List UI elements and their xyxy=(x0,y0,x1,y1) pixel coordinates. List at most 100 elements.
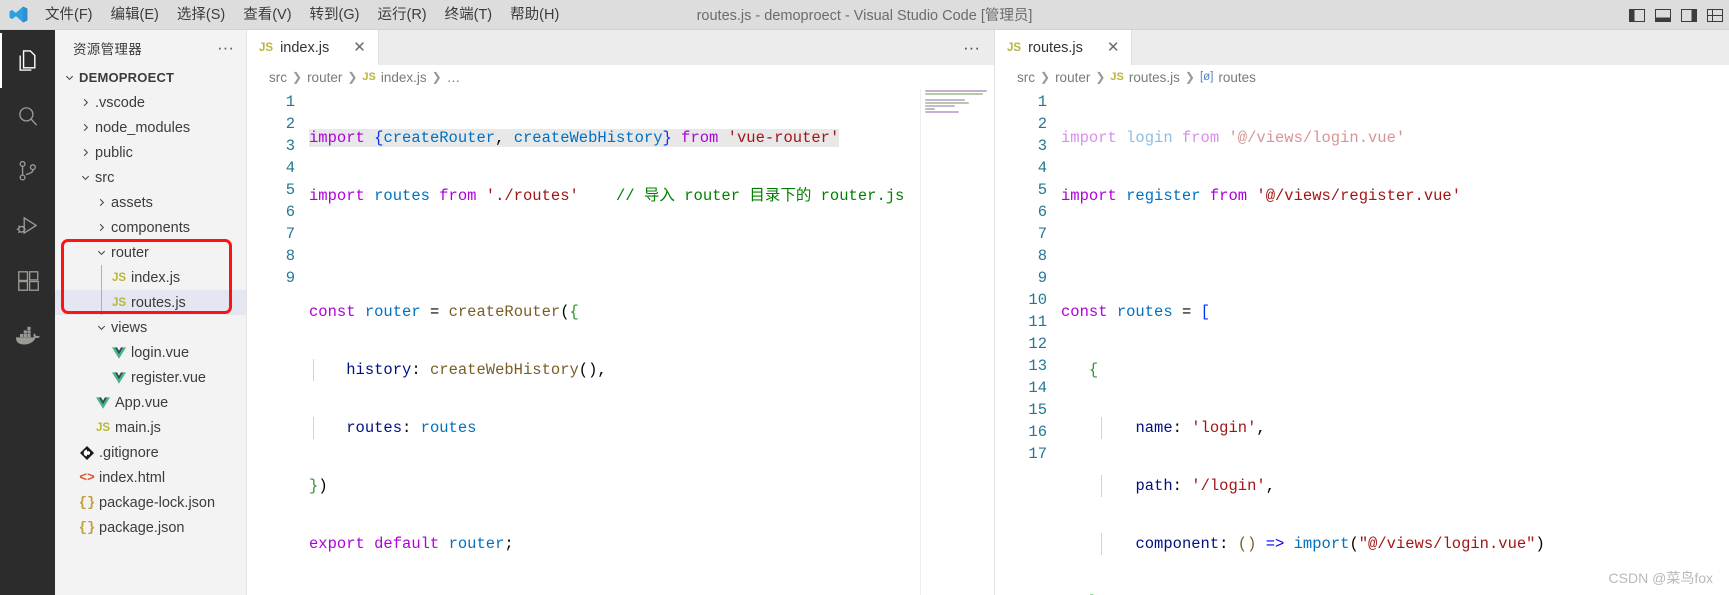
tab-index-js[interactable]: JS index.js ✕ xyxy=(247,30,379,65)
line-number: 16 xyxy=(1028,423,1047,441)
tree-item-views[interactable]: views xyxy=(55,315,246,340)
code-line: const routes = [ xyxy=(1061,303,1210,321)
tab-bar-actions-left: ··· xyxy=(963,30,994,65)
activity-search[interactable] xyxy=(0,88,55,143)
code-line: name: 'login', xyxy=(1057,417,1729,439)
tree-item-label: routes.js xyxy=(131,294,186,311)
editor-more-actions-icon[interactable]: ··· xyxy=(963,39,980,56)
activity-run-debug[interactable] xyxy=(0,198,55,253)
tree-item-register-vue[interactable]: register.vue xyxy=(55,365,246,390)
line-number: 2 xyxy=(285,115,295,133)
tree-item-label: register.vue xyxy=(131,369,206,386)
tree-item-router[interactable]: router xyxy=(55,240,246,265)
breadcrumb-item[interactable]: index.js xyxy=(381,70,427,85)
activity-explorer[interactable] xyxy=(0,33,55,88)
line-number: 4 xyxy=(285,159,295,177)
breadcrumb-item[interactable]: src xyxy=(1017,70,1035,85)
tree-item-vscode[interactable]: .vscode xyxy=(55,90,246,115)
menu-view[interactable]: 查看(V) xyxy=(234,0,300,30)
code-line: history: createWebHistory(), xyxy=(305,359,994,381)
code-content-left[interactable]: import {createRouter, createWebHistory} … xyxy=(305,89,994,595)
tree-item-assets[interactable]: assets xyxy=(55,190,246,215)
tree-item-public[interactable]: public xyxy=(55,140,246,165)
toggle-secondary-sidebar-icon[interactable] xyxy=(1680,8,1697,23)
tree-item-node-modules[interactable]: node_modules xyxy=(55,115,246,140)
tree-item-package-lock-json[interactable]: {} package-lock.json xyxy=(55,490,246,515)
watermark: CSDN @菜鸟fox xyxy=(1608,570,1713,586)
symbol-variable-icon: [ø] xyxy=(1199,71,1214,83)
close-icon[interactable]: ✕ xyxy=(1104,40,1123,55)
activity-bar xyxy=(0,30,55,595)
tree-root-demoproect[interactable]: DEMOPROECT xyxy=(55,65,246,90)
code-line: routes: routes xyxy=(305,417,994,439)
tree-item-index-html[interactable]: <> index.html xyxy=(55,465,246,490)
vscode-window: 文件(F) 编辑(E) 选择(S) 查看(V) 转到(G) 运行(R) 终端(T… xyxy=(0,0,1729,595)
tab-routes-js[interactable]: JS routes.js ✕ xyxy=(995,30,1133,65)
line-number: 12 xyxy=(1028,335,1047,353)
activity-extensions[interactable] xyxy=(0,253,55,308)
code-line: }) xyxy=(309,477,328,495)
explorer-more-actions-icon[interactable]: ··· xyxy=(209,39,242,56)
menu-help[interactable]: 帮助(H) xyxy=(501,0,568,30)
tree-item-label: .vscode xyxy=(95,94,145,111)
code-editor-right[interactable]: 1 2 3 4 5 6 7 8 9 10 11 12 13 14 15 16 1… xyxy=(995,89,1729,595)
tree-item-app-vue[interactable]: App.vue xyxy=(55,390,246,415)
minimap-left[interactable] xyxy=(920,89,994,595)
tree-item-index-js[interactable]: JS index.js xyxy=(55,265,246,290)
code-line: { xyxy=(1088,361,1099,379)
customize-layout-icon[interactable] xyxy=(1706,8,1723,23)
close-icon[interactable]: ✕ xyxy=(350,40,369,55)
tree-item-src[interactable]: src xyxy=(55,165,246,190)
code-content-right[interactable]: import login from '@/views/login.vue' im… xyxy=(1057,89,1729,595)
tree-item-label: node_modules xyxy=(95,119,191,136)
breadcrumb-item[interactable]: routes.js xyxy=(1129,70,1180,85)
line-number: 11 xyxy=(1028,313,1047,331)
chevron-right-icon: ❯ xyxy=(347,70,358,84)
toggle-primary-sidebar-icon[interactable] xyxy=(1628,8,1645,23)
breadcrumb-item[interactable]: router xyxy=(307,70,342,85)
js-file-icon: JS xyxy=(1110,71,1124,83)
menu-file[interactable]: 文件(F) xyxy=(36,0,102,30)
activity-source-control[interactable] xyxy=(0,143,55,198)
line-number: 3 xyxy=(285,137,295,155)
tab-bar-right: JS routes.js ✕ xyxy=(995,30,1729,65)
breadcrumb-item[interactable]: routes xyxy=(1218,70,1256,85)
editor-group-left: JS index.js ✕ ··· src ❯ router ❯ JS inde… xyxy=(247,30,995,595)
chevron-down-icon xyxy=(93,247,109,258)
tree-item-package-json[interactable]: {} package.json xyxy=(55,515,246,540)
line-number: 8 xyxy=(1037,247,1047,265)
menu-go[interactable]: 转到(G) xyxy=(301,0,369,30)
code-editor-left[interactable]: 1 2 3 4 5 6 7 8 9 import {createRouter, … xyxy=(247,89,994,595)
tree-item-components[interactable]: components xyxy=(55,215,246,240)
menu-edit[interactable]: 编辑(E) xyxy=(102,0,168,30)
breadcrumb-item[interactable]: src xyxy=(269,70,287,85)
code-line: export default router; xyxy=(309,535,514,553)
toggle-panel-icon[interactable] xyxy=(1654,8,1671,23)
activity-docker[interactable] xyxy=(0,308,55,363)
tree-item-main-js[interactable]: JS main.js xyxy=(55,415,246,440)
tree-item-label: main.js xyxy=(115,419,161,436)
tree-item-gitignore[interactable]: .gitignore xyxy=(55,440,246,465)
json-file-icon: {} xyxy=(78,519,96,536)
menu-run[interactable]: 运行(R) xyxy=(368,0,435,30)
line-number: 8 xyxy=(285,247,295,265)
tree-item-login-vue[interactable]: login.vue xyxy=(55,340,246,365)
tree-item-label: router xyxy=(111,244,149,261)
menu-selection[interactable]: 选择(S) xyxy=(168,0,234,30)
explorer-title: 资源管理器 xyxy=(73,41,142,57)
tab-label: routes.js xyxy=(1028,39,1083,56)
chevron-right-icon xyxy=(77,97,93,108)
breadcrumb-item[interactable]: … xyxy=(447,70,461,85)
code-line: }, xyxy=(1057,591,1729,595)
line-numbers-right: 1 2 3 4 5 6 7 8 9 10 11 12 13 14 15 16 1… xyxy=(995,89,1057,595)
chevron-down-icon xyxy=(61,72,77,83)
line-number: 3 xyxy=(1037,137,1047,155)
title-bar: 文件(F) 编辑(E) 选择(S) 查看(V) 转到(G) 运行(R) 终端(T… xyxy=(0,0,1729,30)
explorer-header: 资源管理器 ··· xyxy=(55,30,246,65)
menu-terminal[interactable]: 终端(T) xyxy=(436,0,502,30)
git-file-icon xyxy=(77,445,97,460)
editor-group-right: JS routes.js ✕ src ❯ router ❯ JS routes.… xyxy=(995,30,1729,595)
tree-item-routes-js[interactable]: JS routes.js xyxy=(55,290,246,315)
breadcrumb-item[interactable]: router xyxy=(1055,70,1090,85)
